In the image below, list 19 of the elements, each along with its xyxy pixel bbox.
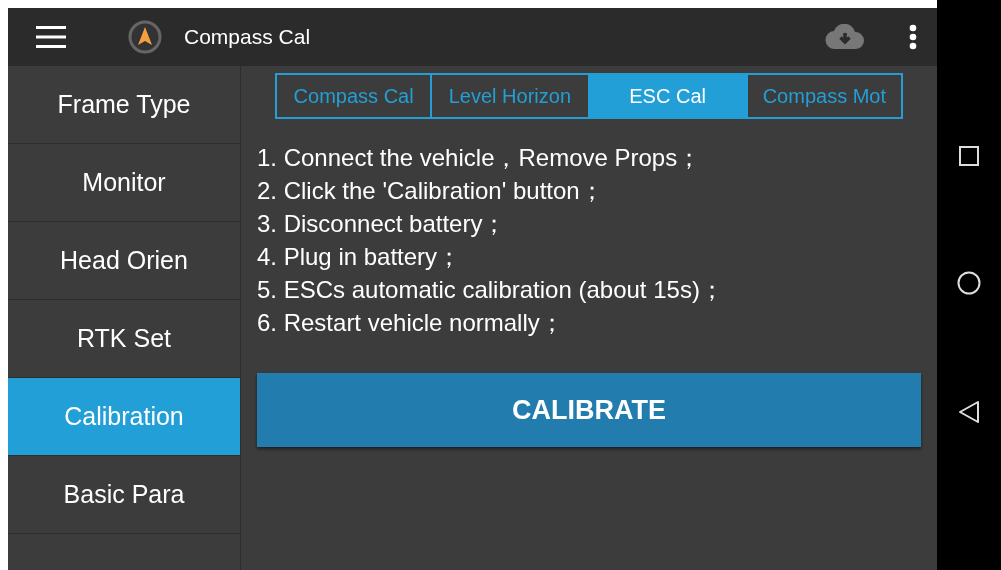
tab[interactable]: ESC Cal	[587, 75, 746, 117]
compass-logo-icon	[128, 20, 162, 54]
back-icon[interactable]	[958, 400, 980, 424]
tab[interactable]: Compass Mot	[745, 75, 901, 117]
instruction-step: 6. Restart vehicle normally；	[257, 306, 921, 339]
cloud-download-icon[interactable]	[825, 24, 865, 50]
app-title: Compass Cal	[184, 25, 312, 49]
calibrate-button[interactable]: CALIBRATE	[257, 373, 921, 447]
instruction-step: 1. Connect the vehicle，Remove Props；	[257, 141, 921, 174]
sidebar-item[interactable]: Calibration	[8, 378, 240, 456]
more-options-icon[interactable]	[909, 24, 917, 50]
menu-icon[interactable]	[36, 26, 66, 48]
instruction-step: 2. Click the 'Calibration' button；	[257, 174, 921, 207]
instruction-step: 5. ESCs automatic calibration (about 15s)；	[257, 273, 921, 306]
home-icon[interactable]	[957, 271, 981, 295]
instruction-step: 3. Disconnect battery；	[257, 207, 921, 240]
instruction-step: 4. Plug in battery；	[257, 240, 921, 273]
tab[interactable]: Compass Cal	[277, 75, 431, 117]
recents-icon[interactable]	[959, 146, 979, 166]
